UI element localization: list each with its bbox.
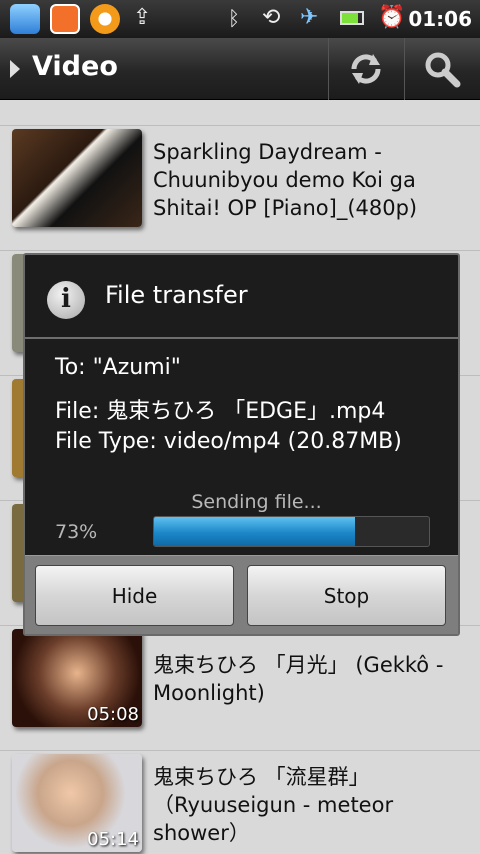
rotation-icon: ⟲ bbox=[262, 5, 281, 30]
refresh-button[interactable] bbox=[328, 38, 402, 100]
info-icon: i bbox=[47, 281, 85, 319]
battery-icon bbox=[340, 5, 364, 25]
recipient-text: To: "Azumi" bbox=[55, 355, 181, 380]
upload-icon: ⇪ bbox=[133, 5, 152, 30]
save-icon bbox=[50, 4, 80, 34]
progress-fill bbox=[154, 517, 355, 546]
alarm-icon: ⏰ bbox=[378, 5, 406, 30]
search-icon bbox=[425, 52, 461, 88]
search-button[interactable] bbox=[404, 38, 478, 100]
status-bar: ⇪ ᛒ ⟲ ✈ ⏰ 01:06 bbox=[0, 0, 480, 38]
dialog-buttons: Hide Stop bbox=[25, 555, 458, 634]
airplane-mode-icon: ✈ bbox=[300, 5, 319, 30]
refresh-icon bbox=[351, 54, 381, 84]
file-type-text: File Type: video/mp4 (20.87MB) bbox=[55, 429, 402, 454]
progress-percent: 73% bbox=[55, 521, 98, 543]
hide-button[interactable]: Hide bbox=[35, 565, 234, 626]
page-title: Video bbox=[32, 51, 118, 82]
stop-button[interactable]: Stop bbox=[247, 565, 446, 626]
file-name-text: File: 鬼束ちひろ 「EDGE」.mp4 bbox=[55, 399, 386, 424]
status-text: Sending file... bbox=[191, 491, 322, 513]
app-icon bbox=[10, 4, 40, 34]
bluetooth-icon: ᛒ bbox=[228, 6, 240, 30]
action-bar: Video bbox=[0, 38, 480, 100]
orange-app-icon bbox=[90, 4, 120, 34]
dialog-header: i File transfer bbox=[25, 255, 458, 339]
menu-arrow-icon[interactable] bbox=[10, 60, 20, 78]
progress-bar bbox=[153, 516, 430, 547]
clock: 01:06 bbox=[408, 7, 472, 31]
file-transfer-dialog: i File transfer To: "Azumi" File: 鬼束ちひろ … bbox=[23, 253, 460, 636]
dialog-title: File transfer bbox=[105, 281, 248, 309]
